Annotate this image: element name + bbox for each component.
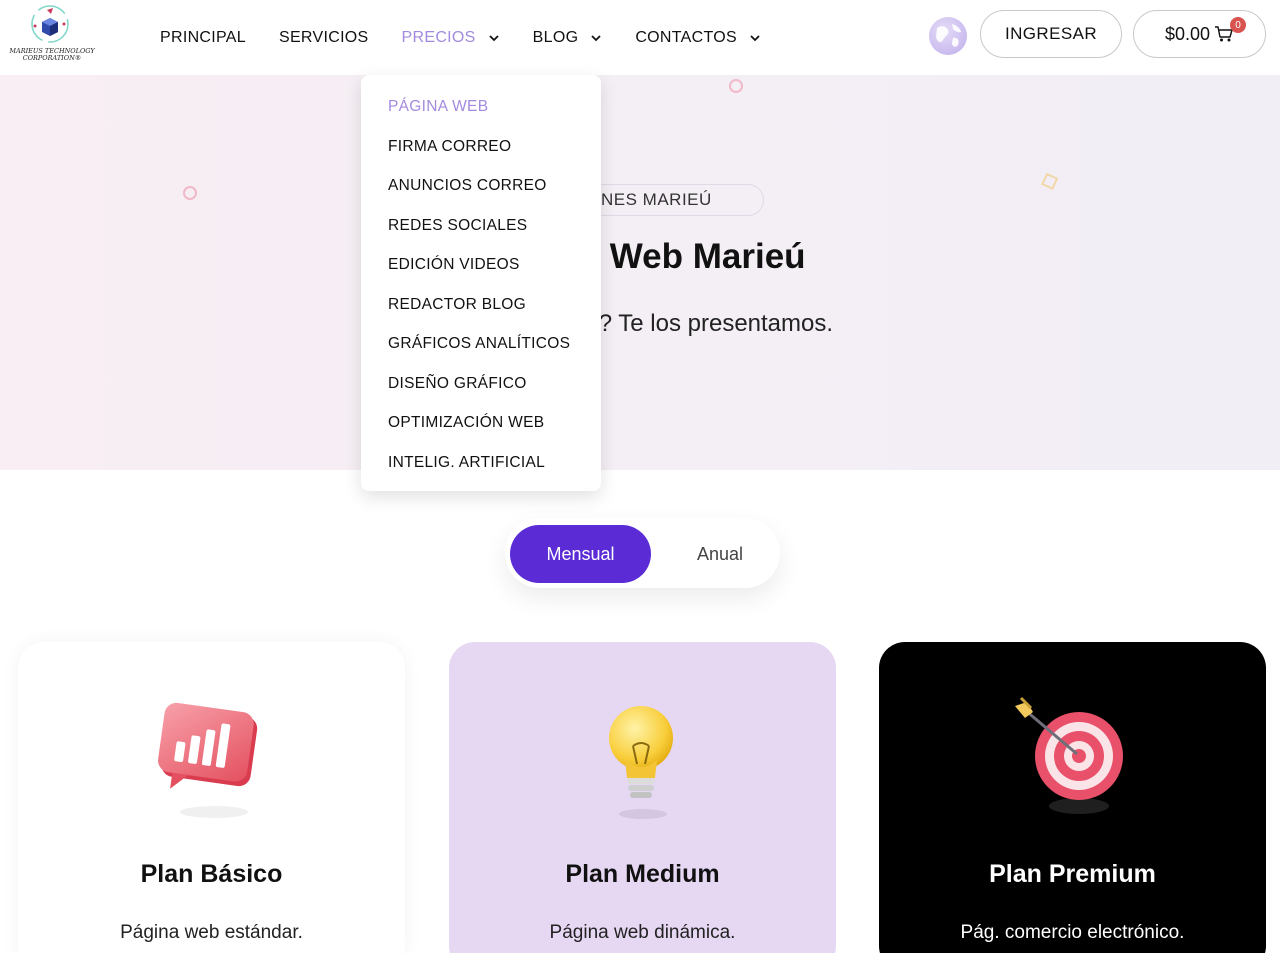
- plan-card-premium[interactable]: Plan Premium Pág. comercio electrónico.: [879, 642, 1266, 953]
- nav-item-blog[interactable]: BLOG: [533, 29, 603, 47]
- decorative-circle-icon: [729, 79, 743, 93]
- dropdown-item-redactor-blog[interactable]: REDACTOR BLOG: [361, 293, 601, 333]
- cart-count-badge: 0: [1230, 17, 1246, 33]
- nav-label: CONTACTOS: [635, 28, 737, 46]
- globe-icon[interactable]: [928, 16, 968, 56]
- nav-label: PRINCIPAL: [160, 28, 246, 46]
- plan-description: Página web dinámica.: [549, 922, 736, 943]
- decorative-circle-icon: [183, 186, 197, 200]
- plan-card-basico[interactable]: Plan Básico Página web estándar.: [18, 642, 405, 953]
- main-navigation: PRINCIPAL SERVICIOS PRECIOS BLOG CONTACT…: [160, 0, 794, 75]
- chevron-down-icon: [750, 34, 760, 41]
- dropdown-item-graficos-analiticos[interactable]: GRÁFICOS ANALÍTICOS: [361, 332, 601, 372]
- toggle-option-anual[interactable]: Anual: [665, 525, 775, 583]
- dropdown-item-redes-sociales[interactable]: REDES SOCIALES: [361, 214, 601, 254]
- plan-title: Plan Medium: [565, 860, 720, 888]
- logo-mark-icon: [31, 5, 69, 43]
- nav-label: BLOG: [532, 28, 579, 46]
- nav-item-principal[interactable]: PRINCIPAL: [160, 29, 246, 47]
- lightbulb-icon: [609, 706, 673, 819]
- logo-wordmark: MARIEUS TECHNOLOGY CORPORATION®: [9, 47, 95, 62]
- decorative-diamond-icon: [1041, 172, 1059, 190]
- hero-section: NES MARIEÚ inas Web Marieú emos? Te los …: [0, 75, 1280, 470]
- chevron-down-icon: [591, 34, 601, 41]
- plan-description: Página web estándar.: [120, 922, 303, 943]
- dropdown-item-pagina-web[interactable]: PÁGINA WEB: [361, 95, 601, 135]
- precios-dropdown-menu: PÁGINA WEB FIRMA CORREO ANUNCIOS CORREO …: [361, 75, 601, 491]
- chevron-down-icon: [489, 34, 499, 41]
- nav-item-contactos[interactable]: CONTACTOS: [635, 29, 761, 47]
- plan-description: Pág. comercio electrónico.: [960, 922, 1185, 943]
- dropdown-item-optimizacion-web[interactable]: OPTIMIZACIÓN WEB: [361, 411, 601, 451]
- nav-item-precios[interactable]: PRECIOS: [402, 29, 500, 47]
- nav-label: PRECIOS: [401, 28, 476, 46]
- site-header: MARIEUS TECHNOLOGY CORPORATION® PRINCIPA…: [0, 0, 1280, 75]
- nav-label: SERVICIOS: [278, 28, 369, 46]
- bar-chart-icon: [158, 702, 258, 818]
- dropdown-item-edicion-videos[interactable]: EDICIÓN VIDEOS: [361, 253, 601, 293]
- login-button[interactable]: INGRESAR: [980, 10, 1122, 58]
- plan-title: Plan Básico: [140, 860, 283, 888]
- cart-total: $0.00: [1164, 23, 1211, 44]
- cart-button[interactable]: $0.00: [1133, 10, 1266, 58]
- billing-period-toggle: Mensual Anual: [505, 518, 780, 588]
- dropdown-item-anuncios-correo[interactable]: ANUNCIOS CORREO: [361, 174, 601, 214]
- dropdown-item-diseno-grafico[interactable]: DISEÑO GRÁFICO: [361, 372, 601, 412]
- dropdown-item-intelig-artificial[interactable]: INTELIG. ARTIFICIAL: [361, 451, 601, 491]
- toggle-option-mensual[interactable]: Mensual: [510, 525, 651, 583]
- dropdown-item-firma-correo[interactable]: FIRMA CORREO: [361, 135, 601, 175]
- plan-card-medium[interactable]: Plan Medium Página web dinámica.: [449, 642, 836, 953]
- company-logo[interactable]: MARIEUS TECHNOLOGY CORPORATION®: [4, 4, 100, 66]
- plan-title: Plan Premium: [989, 860, 1156, 888]
- nav-item-servicios[interactable]: SERVICIOS: [279, 29, 369, 47]
- target-icon: [1015, 696, 1123, 814]
